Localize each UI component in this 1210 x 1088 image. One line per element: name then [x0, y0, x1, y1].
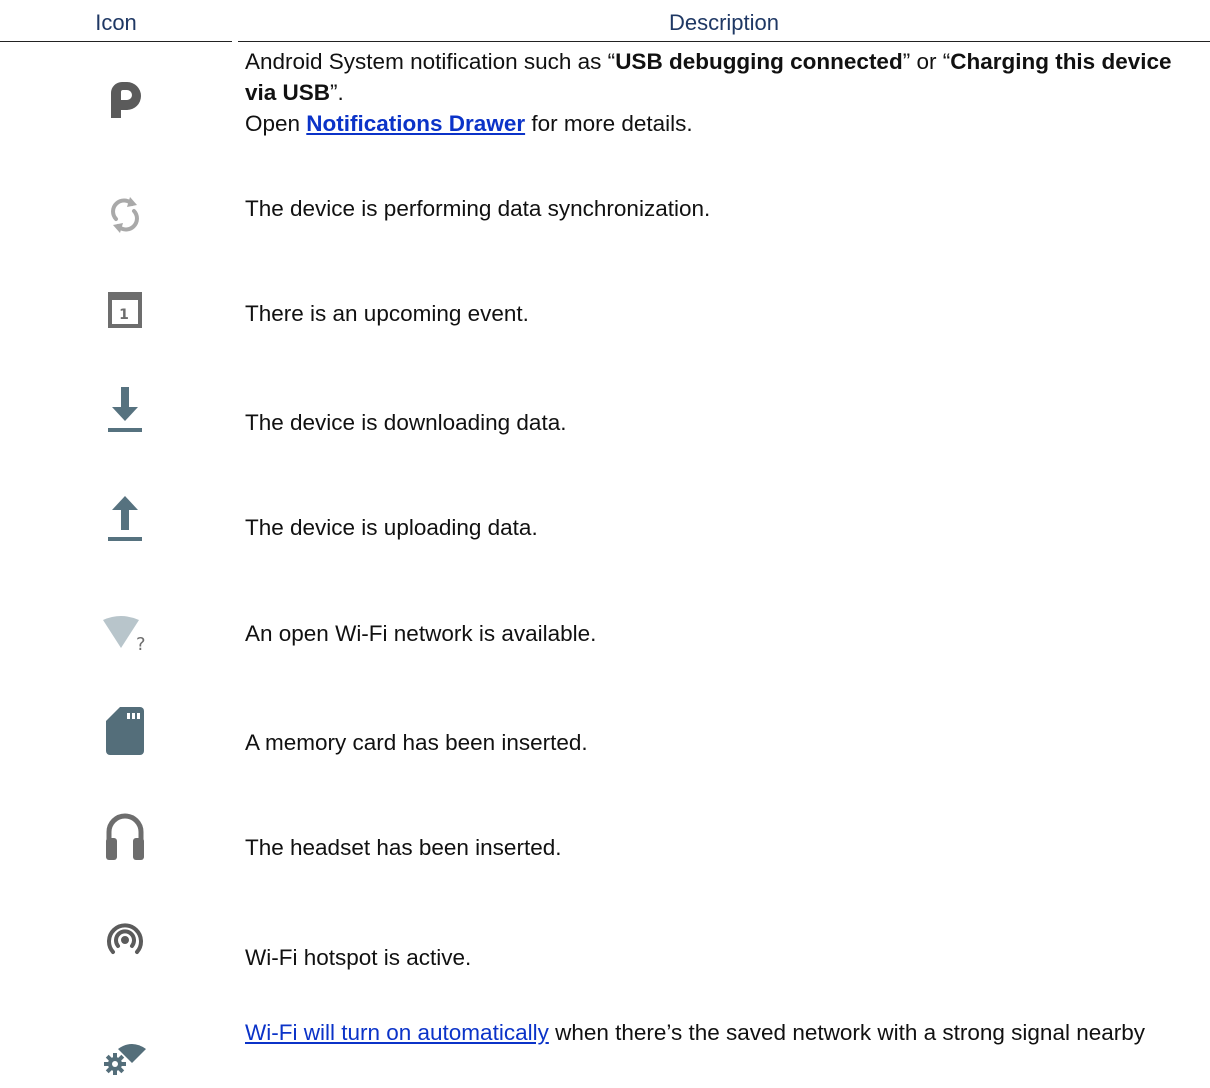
icon-cell — [0, 496, 250, 542]
download-icon — [108, 387, 142, 432]
android-system-p-icon — [111, 82, 141, 118]
calendar-icon: 1 — [108, 292, 142, 328]
column-header-icon: Icon — [95, 10, 137, 35]
header-divider-left — [0, 41, 232, 42]
row-description: Wi-Fi hotspot is active. — [245, 945, 472, 970]
icon-cell — [0, 195, 250, 235]
hotspot-icon — [107, 923, 143, 954]
upload-icon — [108, 496, 142, 541]
icon-cell — [0, 82, 250, 118]
row-description: The device is uploading data. — [245, 515, 538, 540]
row-description: Android System notification such as “USB… — [245, 46, 1195, 139]
desc-text: Android System notification such as “ — [245, 49, 616, 74]
icon-cell — [0, 387, 250, 433]
header-divider-right — [238, 41, 1210, 42]
icon-cell — [0, 920, 250, 960]
icon-cell: 1 — [0, 292, 250, 328]
desc-text: for more details. — [525, 111, 693, 136]
icon-cell — [0, 1041, 250, 1075]
icon-cell — [0, 707, 250, 755]
wifi-auto-settings-icon — [104, 1044, 146, 1075]
status-icon-table: Icon Description Android System notifica… — [0, 0, 1210, 1075]
row-description: Wi-Fi will turn on automatically when th… — [245, 1017, 1195, 1048]
table-header: Icon Description — [0, 0, 1210, 46]
calendar-day-number: 1 — [119, 307, 129, 323]
wifi-auto-on-link[interactable]: Wi-Fi will turn on automatically — [245, 1020, 549, 1045]
icon-cell: ? — [0, 616, 250, 652]
row-description: The device is downloading data. — [245, 410, 567, 435]
headset-icon — [106, 813, 144, 860]
sync-icon — [111, 197, 139, 233]
row-description: A memory card has been inserted. — [245, 730, 588, 755]
row-description: The device is performing data synchroniz… — [245, 196, 711, 221]
open-wifi-icon: ? — [103, 616, 146, 652]
desc-text: Open — [245, 111, 307, 136]
column-header-description: Description — [668, 10, 780, 35]
row-description: There is an upcoming event. — [245, 301, 529, 326]
desc-bold-usb-debugging: USB debugging connected — [615, 49, 903, 74]
icon-cell — [0, 812, 250, 860]
sd-card-icon — [106, 707, 144, 755]
desc-text: ” or “ — [902, 49, 951, 74]
row-description: The headset has been inserted. — [245, 835, 562, 860]
desc-text: ”. — [330, 80, 344, 105]
notifications-drawer-link[interactable]: Notifications Drawer — [306, 111, 525, 136]
wifi-question-mark: ? — [136, 634, 146, 652]
row-description: An open Wi-Fi network is available. — [245, 621, 597, 646]
desc-text: when there’s the saved network with a st… — [548, 1020, 1146, 1045]
